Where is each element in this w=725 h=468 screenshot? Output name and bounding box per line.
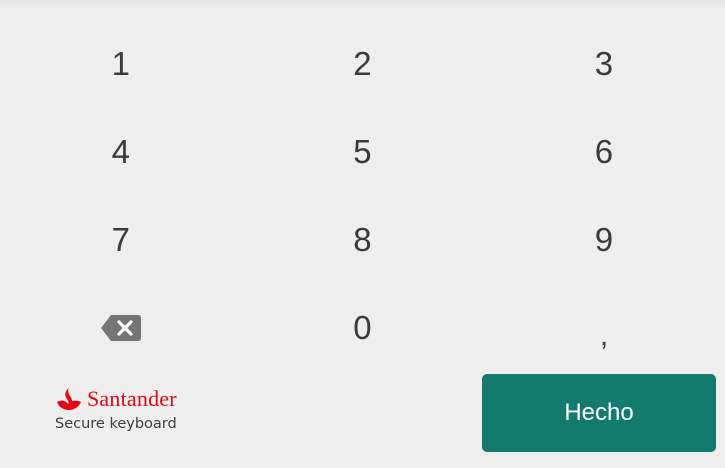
key-3[interactable]: 3 bbox=[483, 20, 725, 108]
santander-logo: Santander bbox=[55, 386, 177, 412]
key-9[interactable]: 9 bbox=[483, 196, 725, 284]
backspace-icon bbox=[100, 315, 141, 341]
key-0[interactable]: 0 bbox=[242, 284, 484, 372]
keypad-row-4: 0 , bbox=[0, 284, 725, 372]
key-2[interactable]: 2 bbox=[242, 20, 484, 108]
key-8[interactable]: 8 bbox=[242, 196, 484, 284]
keypad-row-2: 4 5 6 bbox=[0, 108, 725, 196]
backspace-key[interactable] bbox=[0, 284, 242, 372]
keypad-row-1: 1 2 3 bbox=[0, 20, 725, 108]
numeric-keypad: 1 2 3 4 5 6 7 8 9 0 , bbox=[0, 20, 725, 372]
flame-icon bbox=[57, 388, 81, 410]
key-comma[interactable]: , bbox=[483, 284, 725, 372]
keypad-row-3: 7 8 9 bbox=[0, 196, 725, 284]
done-button[interactable]: Hecho bbox=[482, 374, 716, 452]
key-5[interactable]: 5 bbox=[242, 108, 484, 196]
key-4[interactable]: 4 bbox=[0, 108, 242, 196]
brand-name: Santander bbox=[87, 386, 177, 411]
key-comma-label: , bbox=[599, 319, 609, 352]
key-1[interactable]: 1 bbox=[0, 20, 242, 108]
key-6[interactable]: 6 bbox=[483, 108, 725, 196]
brand-subtitle: Secure keyboard bbox=[55, 416, 177, 432]
key-7[interactable]: 7 bbox=[0, 196, 242, 284]
brand-block: Santander Secure keyboard bbox=[55, 386, 177, 432]
top-edge-shadow bbox=[0, 0, 725, 6]
